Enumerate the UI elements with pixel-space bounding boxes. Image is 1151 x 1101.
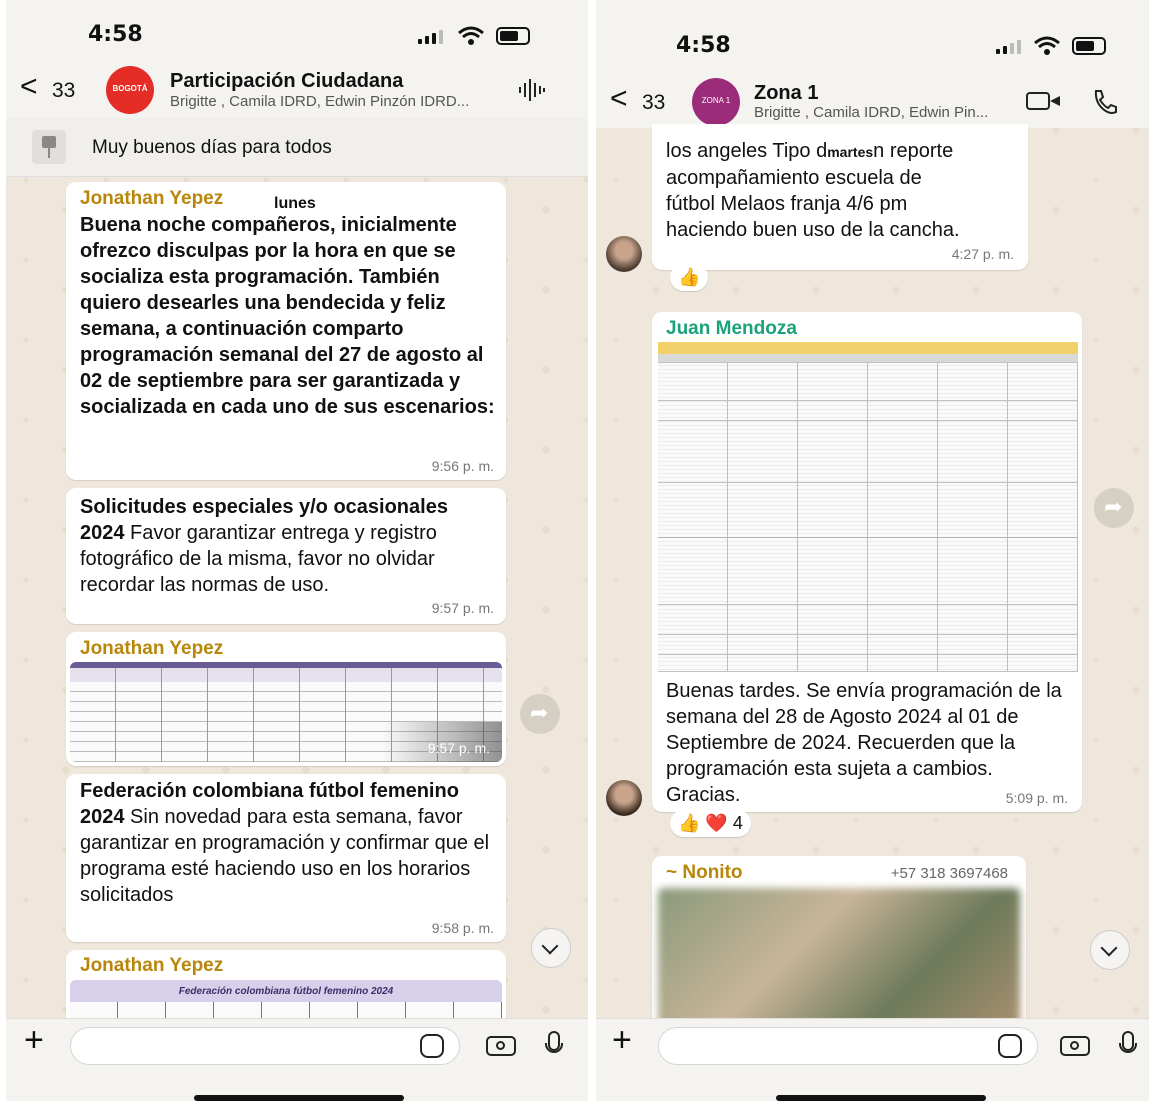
message-text: Solicitudes especiales y/o ocasionales 2… bbox=[80, 494, 495, 598]
chat-members[interactable]: Brigitte , Camila IDRD, Edwin Pinzón IDR… bbox=[170, 93, 469, 110]
message-time: 5:09 p. m. bbox=[1005, 790, 1068, 806]
pin-icon bbox=[32, 130, 66, 164]
home-indicator bbox=[194, 1095, 404, 1101]
back-chevron-icon[interactable]: < bbox=[610, 82, 628, 116]
sticker-icon[interactable] bbox=[420, 1034, 444, 1058]
status-bar: 4:58 bbox=[596, 0, 1149, 70]
audio-call-waveform-icon[interactable] bbox=[518, 78, 546, 102]
group-avatar[interactable]: BOGOTÁ bbox=[106, 66, 154, 114]
message-bubble[interactable]: Jonathan Yepez lunes Buena noche compañe… bbox=[66, 182, 506, 480]
message-reactions[interactable]: 👍 ❤️ 4 bbox=[670, 810, 751, 837]
forward-icon[interactable] bbox=[1094, 488, 1134, 528]
day-label: lunes bbox=[274, 195, 316, 212]
image-table-title: Federación colombiana fútbol femenino 20… bbox=[178, 986, 394, 997]
group-avatar[interactable]: ZONA 1 bbox=[692, 78, 740, 126]
message-body: Sin novedad para esta semana, favor gara… bbox=[80, 806, 490, 906]
signal-icon bbox=[418, 30, 443, 44]
message-composer: + bbox=[596, 1018, 1149, 1101]
back-chevron-icon[interactable]: < bbox=[20, 70, 38, 104]
message-time: 9:57 p. m. bbox=[427, 740, 490, 756]
sender-name[interactable]: Jonathan Yepez bbox=[80, 188, 223, 210]
image-message-bubble[interactable]: ~ Nonito +57 318 3697468 bbox=[652, 856, 1026, 1026]
microphone-icon[interactable] bbox=[1119, 1031, 1137, 1053]
scroll-down-icon[interactable] bbox=[1090, 930, 1130, 970]
chat-header: < 33 BOGOTÁ Participación Ciudadana Brig… bbox=[6, 60, 588, 118]
phone-call-icon[interactable] bbox=[1090, 88, 1118, 116]
chat-members[interactable]: Brigitte , Camila IDRD, Edwin Pin... bbox=[754, 104, 988, 121]
day-label: martes bbox=[827, 144, 874, 160]
message-line: acompañamiento escuela de bbox=[666, 167, 922, 189]
schedule-table-image[interactable] bbox=[658, 342, 1078, 672]
message-text: Buenas tardes. Se envía programación de … bbox=[666, 680, 1062, 806]
status-bar: 4:58 bbox=[6, 0, 588, 60]
message-line: fútbol Melaos franja 4/6 pm bbox=[666, 193, 908, 215]
pinned-text: Muy buenos días para todos bbox=[92, 137, 332, 158]
message-text: los angeles Tipo dmartesn reporte acompa… bbox=[666, 138, 1021, 243]
status-time: 4:58 bbox=[676, 33, 731, 58]
message-input[interactable] bbox=[70, 1027, 460, 1065]
sender-avatar[interactable] bbox=[606, 780, 642, 816]
sender-name[interactable]: Jonathan Yepez bbox=[80, 638, 223, 660]
blurred-photo[interactable] bbox=[658, 888, 1020, 1026]
sender-name[interactable]: Juan Mendoza bbox=[666, 318, 797, 340]
message-time: 4:27 p. m. bbox=[951, 246, 1014, 262]
sender-avatar[interactable] bbox=[606, 236, 642, 272]
wifi-icon bbox=[1034, 36, 1060, 55]
battery-icon bbox=[1072, 37, 1106, 55]
message-line: haciendo buen uso de la cancha. bbox=[666, 219, 960, 241]
message-bubble[interactable]: Solicitudes especiales y/o ocasionales 2… bbox=[66, 488, 506, 624]
camera-icon[interactable] bbox=[1060, 1036, 1090, 1056]
avatar-logo-text: BOGOTÁ bbox=[112, 84, 148, 93]
message-body: Favor garantizar entrega y registro foto… bbox=[80, 522, 437, 596]
image-message-bubble[interactable]: Juan Mendoza Buenas tardes. Se envía pro… bbox=[652, 312, 1082, 812]
chat-title[interactable]: Zona 1 bbox=[754, 82, 818, 105]
signal-icon bbox=[996, 40, 1021, 54]
message-text: Buena noche compañeros, inicialmente ofr… bbox=[80, 214, 495, 418]
message-time: 9:58 p. m. bbox=[431, 920, 494, 936]
avatar-logo-text: ZONA 1 bbox=[701, 96, 731, 105]
sticker-icon[interactable] bbox=[998, 1034, 1022, 1058]
chat-header: < 33 ZONA 1 Zona 1 Brigitte , Camila IDR… bbox=[596, 70, 1149, 128]
camera-icon[interactable] bbox=[486, 1036, 516, 1056]
chat-title[interactable]: Participación Ciudadana bbox=[170, 70, 403, 93]
message-bubble[interactable]: los angeles Tipo dmartesn reporte acompa… bbox=[652, 124, 1028, 270]
unread-count[interactable]: 33 bbox=[52, 79, 75, 103]
sender-name[interactable]: ~ Nonito bbox=[666, 862, 743, 884]
message-line: n reporte bbox=[873, 140, 954, 162]
attach-plus-icon[interactable]: + bbox=[24, 1021, 44, 1060]
home-indicator bbox=[776, 1095, 986, 1101]
right-phone-screen: 4:58 < 33 ZONA 1 Zona 1 Brigitte , Camil… bbox=[596, 0, 1149, 1101]
message-text: Federación colombiana fútbol femenino 20… bbox=[80, 778, 495, 908]
message-reaction[interactable]: 👍 bbox=[670, 264, 709, 291]
video-call-icon[interactable] bbox=[1026, 92, 1060, 110]
wifi-icon bbox=[458, 26, 484, 45]
pinned-message-bar[interactable]: Muy buenos días para todos bbox=[6, 118, 588, 177]
message-bubble[interactable]: Federación colombiana fútbol femenino 20… bbox=[66, 774, 506, 942]
message-composer: + bbox=[6, 1018, 588, 1101]
message-input[interactable] bbox=[658, 1027, 1038, 1065]
message-line: los angeles Tipo d bbox=[666, 140, 828, 162]
table-image[interactable]: 9:57 p. m. bbox=[70, 662, 502, 762]
attach-plus-icon[interactable]: + bbox=[612, 1021, 632, 1060]
left-phone-screen: 4:58 < 33 BOGOTÁ Participación Ciudadana… bbox=[6, 0, 588, 1101]
image-message-bubble[interactable]: Jonathan Yepez 9:57 p. m. bbox=[66, 632, 506, 766]
message-time: 9:56 p. m. bbox=[431, 458, 494, 474]
battery-icon bbox=[496, 27, 530, 45]
status-time: 4:58 bbox=[88, 22, 143, 47]
forward-icon[interactable] bbox=[520, 694, 560, 734]
sender-phone: +57 318 3697468 bbox=[890, 865, 1008, 882]
microphone-icon[interactable] bbox=[545, 1031, 563, 1053]
sender-name[interactable]: Jonathan Yepez bbox=[80, 955, 223, 977]
message-time: 9:57 p. m. bbox=[431, 600, 494, 616]
scroll-down-icon[interactable] bbox=[531, 928, 571, 968]
unread-count[interactable]: 33 bbox=[642, 91, 665, 115]
